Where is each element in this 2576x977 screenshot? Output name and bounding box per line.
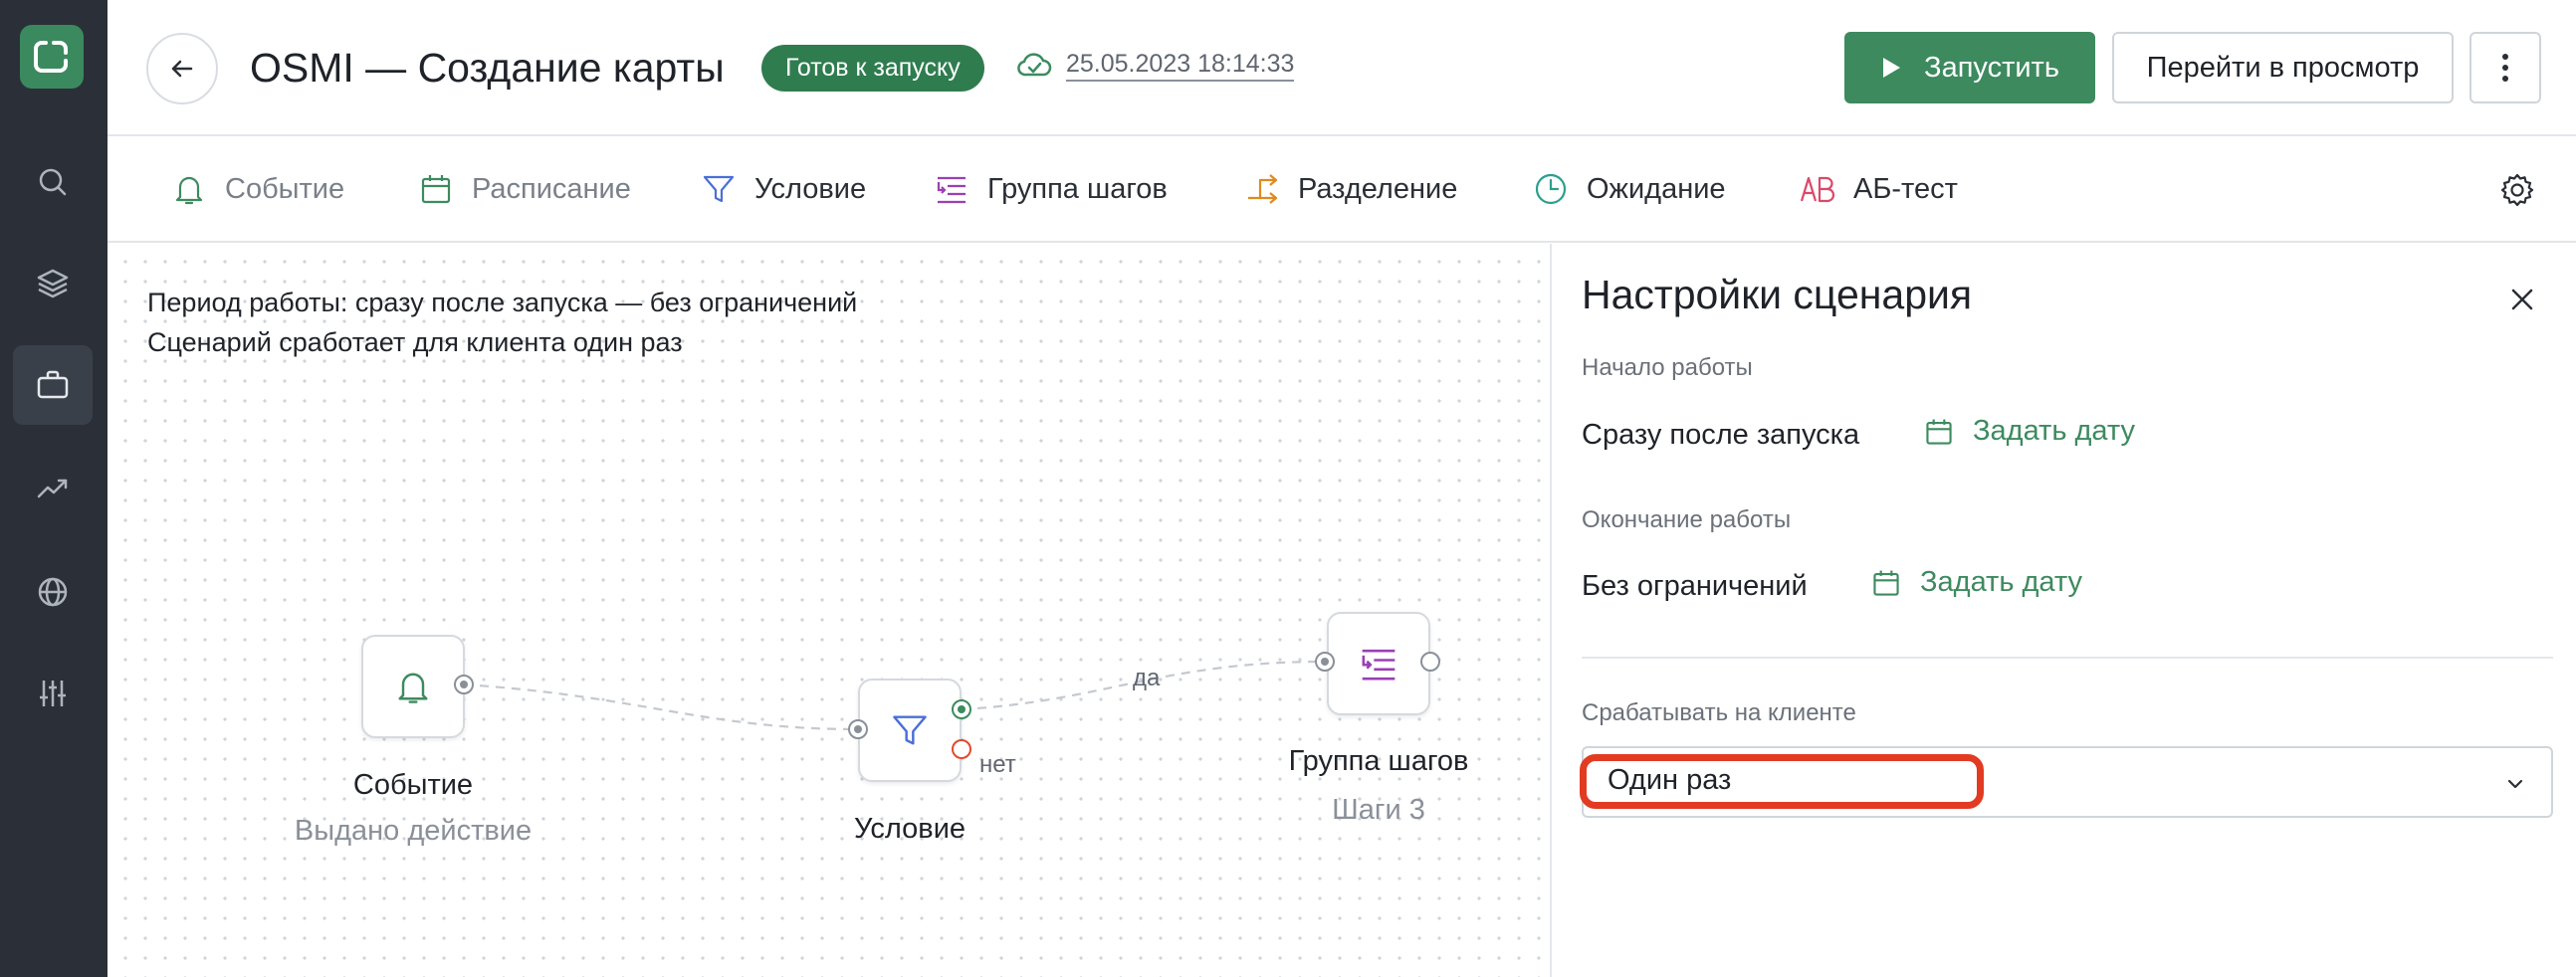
close-icon[interactable]	[2508, 286, 2536, 313]
trigger-label: Срабатывать на клиенте	[1582, 699, 1856, 726]
step-group-node-subtitle: Шаги 3	[1332, 794, 1425, 826]
end-value: Без ограничений	[1582, 570, 1808, 602]
funnel-icon	[893, 715, 927, 745]
tool-event-label: Событие	[225, 172, 345, 205]
condition-node[interactable]	[858, 679, 962, 782]
tool-wait[interactable]: Ожидание	[1533, 164, 1726, 214]
panel-title: Настройки сценария	[1582, 272, 1973, 317]
more-vertical-icon	[2502, 54, 2508, 82]
globe-icon	[38, 577, 68, 607]
step-toolbar: Событие Расписание Условие Группа шагов …	[107, 136, 2576, 243]
cloud-check-icon	[1017, 53, 1052, 77]
edge-no-label: нет	[979, 751, 1016, 778]
logo-icon	[34, 41, 68, 73]
tool-ab-test-label: АБ-тест	[1853, 172, 1958, 205]
status-badge: Готов к запуску	[761, 45, 984, 92]
sidebar-item-layers[interactable]	[13, 244, 93, 323]
tool-condition-label: Условие	[754, 172, 867, 205]
condition-no-port[interactable]	[952, 739, 971, 759]
tool-wait-label: Ожидание	[1587, 172, 1726, 205]
tool-schedule[interactable]: Расписание	[418, 164, 631, 214]
tool-split[interactable]: Разделение	[1244, 164, 1457, 214]
run-button[interactable]: Запустить	[1844, 32, 2095, 103]
event-output-port[interactable]	[454, 675, 474, 694]
end-label: Окончание работы	[1582, 506, 1792, 533]
start-value: Сразу после запуска	[1582, 419, 1860, 451]
layers-icon	[37, 269, 69, 298]
flow-edges	[463, 660, 1326, 731]
briefcase-icon	[37, 370, 69, 399]
event-node-subtitle: Выдано действие	[294, 815, 533, 847]
bell-icon	[398, 673, 428, 703]
condition-input-port[interactable]	[848, 719, 868, 739]
tool-schedule-label: Расписание	[472, 172, 631, 205]
run-button-label: Запустить	[1924, 51, 2059, 84]
tool-ab-test[interactable]: АБ-тест	[1800, 164, 1958, 214]
highlight-annotation	[1580, 754, 1984, 809]
divider	[1582, 657, 2553, 659]
play-icon	[1883, 58, 1901, 78]
start-set-date-label: Задать дату	[1973, 415, 2136, 447]
end-set-date-label: Задать дату	[1920, 566, 2083, 598]
tool-split-label: Разделение	[1298, 172, 1458, 205]
sliders-icon	[40, 681, 66, 706]
start-set-date-link[interactable]: Задать дату	[1923, 415, 2135, 448]
sidebar-item-campaigns[interactable]	[13, 345, 93, 425]
tool-step-group[interactable]: Группа шагов	[934, 164, 1168, 214]
chevron-down-icon	[2507, 779, 2523, 789]
condition-node-title: Условие	[853, 813, 966, 845]
page-title: OSMI — Создание карты	[250, 45, 725, 91]
step-group-output-port[interactable]	[1420, 652, 1440, 672]
condition-yes-port[interactable]	[952, 699, 971, 719]
end-set-date-link[interactable]: Задать дату	[1870, 566, 2082, 599]
sidebar-item-search[interactable]	[13, 142, 93, 222]
arrow-left-icon	[171, 60, 193, 78]
sidebar-item-analytics[interactable]	[13, 449, 93, 528]
ab-icon	[1800, 176, 1835, 203]
calendar-icon	[1873, 570, 1899, 596]
back-button[interactable]	[146, 33, 218, 104]
step-group-node[interactable]	[1327, 612, 1430, 715]
tool-condition[interactable]: Условие	[701, 164, 866, 214]
step-group-input-port[interactable]	[1315, 652, 1335, 672]
calendar-icon	[1926, 419, 1952, 445]
sidebar-item-global[interactable]	[13, 552, 93, 632]
split-icon	[1248, 174, 1278, 204]
flow-canvas[interactable]: Период работы: сразу после запуска — без…	[107, 244, 1550, 977]
sidebar	[0, 0, 107, 977]
funnel-icon	[703, 175, 735, 203]
more-menu-button[interactable]	[2469, 32, 2541, 103]
trend-icon	[37, 479, 68, 498]
preview-button[interactable]: Перейти в просмотр	[2112, 32, 2454, 103]
step-group-icon	[1362, 649, 1395, 681]
saved-timestamp[interactable]: 25.05.2023 18:14:33	[1066, 48, 1295, 82]
step-group-node-title: Группа шагов	[1288, 745, 1469, 777]
step-group-icon	[937, 176, 966, 204]
scenario-settings-panel: Настройки сценария Начало работы Сразу п…	[1550, 244, 2576, 977]
sidebar-item-settings[interactable]	[13, 654, 93, 733]
calendar-icon	[421, 175, 451, 204]
tool-event[interactable]: Событие	[171, 164, 344, 214]
app-logo[interactable]	[20, 25, 84, 89]
clock-icon	[1535, 173, 1567, 205]
event-node-title: Событие	[352, 769, 474, 801]
start-label: Начало работы	[1582, 354, 1753, 381]
saved-indicator: 25.05.2023 18:14:33	[1016, 48, 1295, 82]
gear-icon[interactable]	[2498, 171, 2536, 209]
search-icon	[39, 168, 67, 196]
edge-yes-label: да	[1133, 665, 1161, 691]
tool-step-group-label: Группа шагов	[987, 172, 1168, 205]
event-node[interactable]	[361, 635, 465, 738]
bell-icon	[175, 176, 203, 205]
header: OSMI — Создание карты Готов к запуску 25…	[107, 0, 2576, 136]
